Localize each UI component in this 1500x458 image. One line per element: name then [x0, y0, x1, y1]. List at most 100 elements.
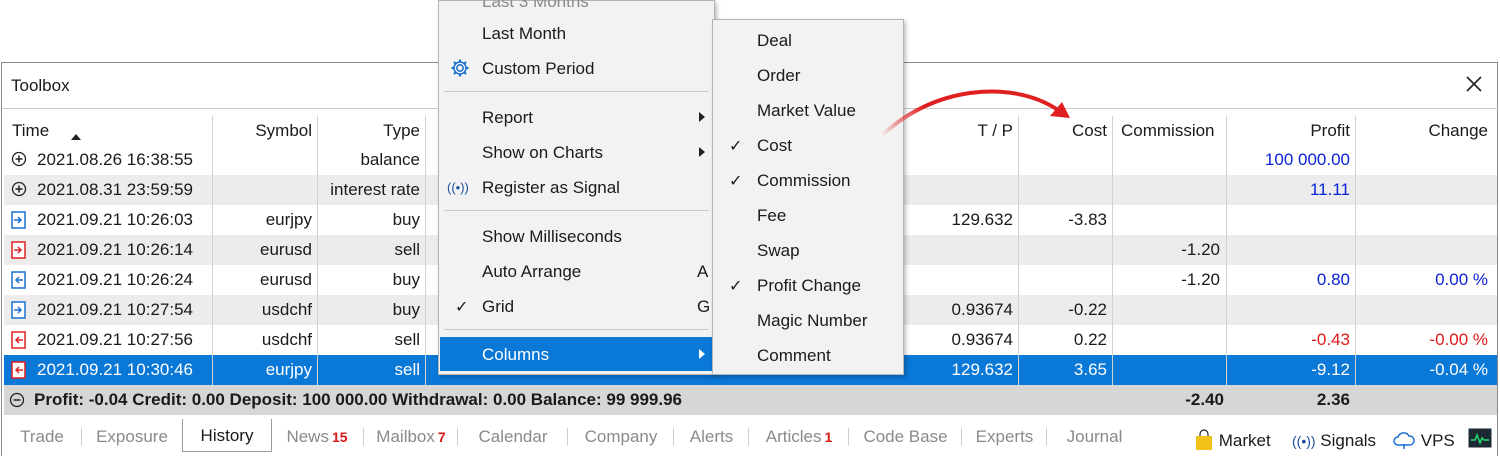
deal-in-icon[interactable]	[11, 211, 26, 229]
row-symbol: eurjpy	[265, 360, 312, 379]
row-type: buy	[392, 300, 420, 319]
row-commission	[1114, 355, 1220, 385]
row-profit	[1228, 235, 1350, 265]
tab-trade[interactable]: Trade	[2, 420, 82, 454]
shortcut-grid: G	[697, 297, 711, 316]
columns-item-magic-number[interactable]: Magic Number	[757, 303, 868, 338]
tab-journal[interactable]: Journal	[1047, 420, 1142, 454]
row-commission	[1114, 325, 1220, 355]
tab-exposure[interactable]: Exposure	[82, 420, 182, 454]
tab-code-base[interactable]: Code Base	[849, 420, 962, 454]
close-icon[interactable]	[1462, 72, 1486, 96]
menu-item-columns-label: Columns	[482, 345, 550, 364]
signals-button[interactable]: ((•)) Signals	[1292, 424, 1376, 458]
column-header-change[interactable]: Change	[1358, 116, 1488, 145]
row-change	[1358, 235, 1488, 265]
columns-item-comment[interactable]: Comment	[757, 338, 831, 373]
grid-line	[317, 116, 318, 385]
row-change	[1358, 145, 1488, 175]
tab-badge: 1	[824, 429, 833, 445]
tab-company[interactable]: Company	[568, 420, 674, 454]
columns-item-deal[interactable]: Deal	[757, 23, 792, 58]
menu-divider	[444, 329, 709, 330]
columns-item-fee[interactable]: Fee	[757, 198, 786, 233]
columns-item-profit-change[interactable]: Profit Change	[757, 268, 861, 303]
tab-label: News	[286, 427, 329, 446]
tab-articles[interactable]: Articles 1	[749, 420, 849, 454]
shortcut-auto-arrange: A	[697, 262, 709, 281]
submenu-arrow-icon	[699, 147, 705, 157]
tab-alerts[interactable]: Alerts	[674, 420, 749, 454]
columns-item-cost[interactable]: Cost	[757, 128, 792, 163]
column-header-commission[interactable]: Commission	[1121, 116, 1215, 145]
column-header-profit[interactable]: Profit	[1228, 116, 1350, 145]
column-header-type[interactable]: Type	[318, 116, 420, 145]
shopping-bag-icon	[1196, 429, 1212, 450]
column-header-symbol[interactable]: Symbol	[215, 116, 312, 145]
checkmark-icon: ✓	[729, 138, 743, 155]
checkmark-icon: ✓	[729, 278, 743, 295]
row-type: buy	[392, 270, 420, 289]
row-cost	[1020, 175, 1107, 205]
vps-button[interactable]: VPS	[1392, 424, 1455, 458]
deal-out-icon[interactable]	[11, 361, 26, 379]
deal-out-icon[interactable]	[11, 331, 26, 349]
menu-item-register-as-signal[interactable]: Register as Signal	[482, 170, 620, 205]
menu-divider	[444, 91, 709, 92]
annotation-arrow-icon	[880, 89, 1070, 138]
row-profit	[1228, 295, 1350, 325]
plus-circle-icon[interactable]	[11, 181, 27, 198]
row-profit: -9.12	[1311, 360, 1350, 379]
row-cost: 0.22	[1073, 330, 1107, 349]
row-symbol	[215, 175, 312, 205]
menu-item-grid[interactable]: Grid	[482, 289, 514, 324]
menu-item-auto-arrange[interactable]: Auto Arrange	[482, 254, 581, 289]
tab-experts[interactable]: Experts	[962, 420, 1047, 454]
columns-item-swap[interactable]: Swap	[757, 233, 800, 268]
row-commission	[1114, 145, 1220, 175]
row-time: 2021.09.21 10:27:56	[37, 330, 193, 349]
row-cost	[1020, 235, 1107, 265]
menu-item-report[interactable]: Report	[482, 100, 533, 135]
columns-item-market-value[interactable]: Market Value	[757, 93, 856, 128]
minus-circle-icon[interactable]	[9, 392, 25, 413]
tab-badge: 15	[331, 429, 348, 445]
columns-item-order[interactable]: Order	[757, 58, 800, 93]
toolbox-title: Toolbox	[11, 76, 70, 95]
checkmark-icon: ✓	[729, 173, 743, 190]
deal-in-icon[interactable]	[11, 301, 26, 319]
tab-history[interactable]: History	[182, 419, 272, 452]
deal-out-icon[interactable]	[11, 271, 26, 289]
menu-item-show-milliseconds[interactable]: Show Milliseconds	[482, 219, 622, 254]
grid-line	[1018, 116, 1019, 385]
cloud-icon	[1393, 432, 1415, 449]
row-tp	[910, 265, 1013, 295]
row-type: interest rate	[330, 180, 420, 199]
row-profit: 11.11	[1309, 180, 1350, 199]
monitor-icon[interactable]	[1468, 428, 1492, 455]
deal-in-icon[interactable]	[11, 241, 26, 259]
menu-item-show-on-charts[interactable]: Show on Charts	[482, 135, 603, 170]
grid-line	[212, 116, 213, 385]
menu-item-custom-period[interactable]: Custom Period	[482, 51, 594, 86]
menu-item-last-month[interactable]: Last Month	[482, 16, 566, 51]
plus-circle-icon[interactable]	[11, 151, 27, 168]
columns-item-commission[interactable]: Commission	[757, 163, 851, 198]
menu-item-columns[interactable]	[440, 337, 713, 371]
tab-calendar[interactable]: Calendar	[458, 420, 568, 454]
row-change	[1358, 295, 1488, 325]
row-profit	[1228, 205, 1350, 235]
tab-label: Journal	[1066, 427, 1123, 446]
row-symbol: eurjpy	[265, 210, 312, 229]
row-profit: -0.43	[1311, 330, 1350, 349]
row-time: 2021.09.21 10:30:46	[37, 360, 193, 379]
column-header-time[interactable]: Time	[12, 116, 49, 145]
tab-mailbox[interactable]: Mailbox 7	[364, 420, 458, 454]
tab-label: Code Base	[863, 427, 948, 446]
row-profit: 0.80	[1316, 270, 1350, 289]
tab-news[interactable]: News 15	[270, 420, 364, 454]
market-button[interactable]: Market	[1194, 424, 1271, 458]
row-type: sell	[394, 360, 420, 379]
row-time: 2021.08.31 23:59:59	[37, 180, 193, 199]
menu-divider	[444, 210, 709, 211]
